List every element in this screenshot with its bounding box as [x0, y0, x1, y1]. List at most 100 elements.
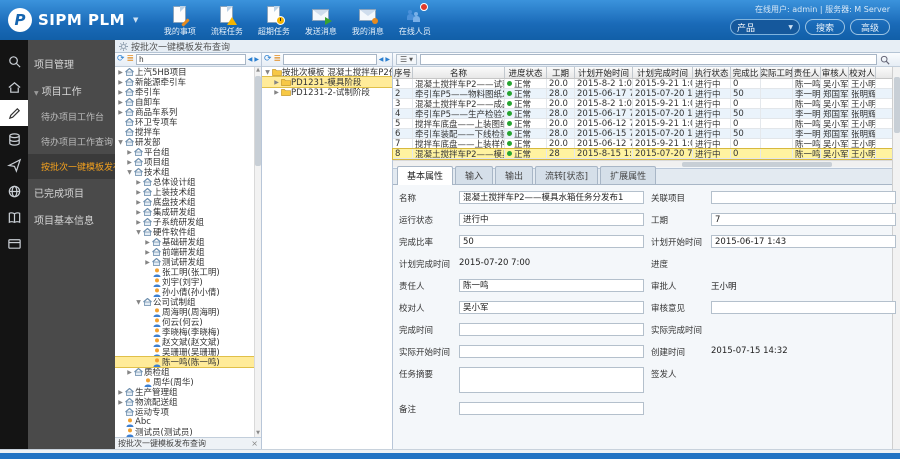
field-input[interactable] — [459, 367, 644, 393]
filter-icon[interactable]: ≣ — [127, 55, 135, 64]
column-header[interactable]: 工期 — [547, 67, 575, 78]
column-header[interactable]: 计划开始时间 — [575, 67, 633, 78]
expanded-arrow-icon[interactable]: ▼ — [117, 139, 124, 146]
collapsed-arrow-icon[interactable]: ▶ — [135, 189, 142, 196]
column-header[interactable]: 执行状态 — [693, 67, 731, 78]
org-tree-search-input[interactable] — [136, 54, 246, 65]
expanded-arrow-icon[interactable]: ▼ — [126, 169, 133, 176]
prev-arrow-icon[interactable]: ◀ — [379, 56, 384, 63]
field-input[interactable]: 进行中 — [459, 213, 644, 226]
collapsed-arrow-icon[interactable]: ▶ — [135, 199, 142, 206]
toolbar-button-mail-box[interactable]: 我的消息 — [344, 3, 391, 39]
sidebar-item-entry[interactable]: 已完成项目 — [28, 179, 115, 206]
next-arrow-icon[interactable]: ▶ — [385, 56, 390, 63]
collapsed-arrow-icon[interactable]: ▶ — [117, 69, 124, 76]
field-input[interactable] — [459, 345, 644, 358]
close-icon[interactable]: × — [251, 439, 258, 448]
table-row[interactable]: 6牵引车装配——下线检验发布正常28.02015-06-15 7:432015-… — [393, 129, 892, 139]
collapsed-arrow-icon[interactable]: ▶ — [117, 389, 124, 396]
collapsed-arrow-icon[interactable]: ▶ — [117, 79, 124, 86]
sidebar-item-entry[interactable]: 项目管理 — [28, 50, 115, 77]
collapsed-arrow-icon[interactable]: ▶ — [144, 259, 151, 266]
org-tree-item[interactable]: ▼研发部 — [115, 137, 254, 147]
rail-globe-button[interactable] — [0, 178, 28, 204]
plan-tree-search-input[interactable] — [283, 54, 377, 65]
column-header[interactable]: 序号 — [393, 67, 413, 78]
collapsed-arrow-icon[interactable]: ▶ — [273, 89, 280, 96]
column-header[interactable]: 计划完成时间 — [633, 67, 693, 78]
refresh-icon[interactable]: ⟳ — [117, 55, 125, 64]
column-header[interactable]: 校对人 — [849, 67, 876, 78]
field-input[interactable]: 50 — [459, 235, 644, 248]
search-scope-dropdown[interactable]: 产品 ▼ — [730, 19, 800, 35]
column-header[interactable]: 名称 — [413, 67, 505, 78]
field-input[interactable] — [459, 323, 644, 336]
field-input[interactable] — [711, 301, 896, 314]
rail-card-button[interactable] — [0, 230, 28, 256]
sidebar-item-entry[interactable]: 待办项目工作台 — [28, 104, 115, 129]
org-tree-item-selected[interactable]: 陈一鸣(陈一鸣) — [115, 357, 254, 367]
collapsed-arrow-icon[interactable]: ▶ — [126, 369, 133, 376]
bottom-tab[interactable]: 按批次一键模板发布查询 × — [115, 437, 261, 449]
rail-home-button[interactable] — [0, 74, 28, 100]
tab-active[interactable]: 基本属性 — [397, 166, 453, 185]
main-tab-label[interactable]: 按批次一键模板发布查询 — [131, 40, 230, 53]
collapsed-arrow-icon[interactable]: ▶ — [135, 219, 142, 226]
search-icon[interactable] — [880, 55, 890, 65]
collapsed-arrow-icon[interactable]: ▶ — [135, 179, 142, 186]
column-header[interactable]: 责任人 — [793, 67, 821, 78]
rail-book-button[interactable] — [0, 204, 28, 230]
sidebar-item-active[interactable]: 按批次一键模板发布查询 — [28, 154, 115, 179]
toolbar-button-doc-warn[interactable]: 流程任务 — [203, 3, 250, 39]
collapsed-arrow-icon[interactable]: ▶ — [273, 79, 280, 86]
column-header[interactable]: 进度状态 — [505, 67, 547, 78]
toolbar-button-doc-clock[interactable]: 超期任务 — [250, 3, 297, 39]
column-header[interactable]: 审核人 — [821, 67, 849, 78]
expanded-arrow-icon[interactable]: ▼ — [264, 69, 271, 76]
collapsed-arrow-icon[interactable]: ▶ — [144, 239, 151, 246]
search-button[interactable]: 搜索 — [805, 19, 845, 35]
table-row[interactable]: 3混凝土搅拌车P2——成品检验发布正常20.02015-8-2 1:0..201… — [393, 99, 892, 109]
column-header[interactable]: 完成比 — [731, 67, 761, 78]
sidebar-item-entry[interactable]: ▼项目工作 — [28, 77, 115, 104]
advanced-search-button[interactable]: 高级 — [850, 19, 890, 35]
collapsed-arrow-icon[interactable]: ▶ — [117, 399, 124, 406]
field-input[interactable] — [711, 191, 896, 204]
table-row[interactable]: 7搅拌车底盘——上装样件试制正常20.02015-06-12 7:432015-… — [393, 139, 892, 149]
table-row-selected[interactable]: 8混凝土搅拌车P2——模具水箱分发布正常282015-8-15 1:432015… — [393, 149, 892, 159]
collapsed-arrow-icon[interactable]: ▶ — [126, 149, 133, 156]
collapsed-arrow-icon[interactable]: ▶ — [117, 99, 124, 106]
field-input[interactable]: 7 — [711, 213, 896, 226]
tab-inactive[interactable]: 输入 — [455, 166, 493, 184]
collapsed-arrow-icon[interactable]: ▶ — [117, 89, 124, 96]
org-tree-item[interactable]: ▶平台组 — [115, 147, 254, 157]
toolbar-button-people[interactable]: 在线人员 — [391, 3, 438, 39]
column-header[interactable]: 实际工时 — [761, 67, 793, 78]
org-tree-item[interactable]: ▶项目组 — [115, 157, 254, 167]
field-input[interactable]: 吴小军 — [459, 301, 644, 314]
toolbar-button-mail-send[interactable]: 发送消息 — [297, 3, 344, 39]
next-arrow-icon[interactable]: ▶ — [254, 56, 259, 63]
field-input[interactable]: 2015-06-17 1:43 — [711, 235, 896, 248]
field-input[interactable]: 陈一鸣 — [459, 279, 644, 292]
toolbar-button-doc-edit[interactable]: 我的事项 — [156, 3, 203, 39]
org-tree-item[interactable]: 测试员(测试员) — [115, 427, 254, 437]
prev-arrow-icon[interactable]: ◀ — [248, 56, 253, 63]
org-tree-scrollbar[interactable]: ▲ ▼ — [254, 67, 261, 437]
collapsed-arrow-icon[interactable]: ▶ — [144, 249, 151, 256]
chevron-down-icon[interactable]: ▼ — [133, 16, 138, 24]
table-row[interactable]: 4牵引车P5——生产检验发布正常28.02015-06-17 7:232015-… — [393, 109, 892, 119]
filter-icon[interactable]: ≣ — [274, 55, 282, 64]
refresh-icon[interactable]: ⟳ — [264, 55, 272, 64]
table-row[interactable]: 5搅拌车底盘——上装图纸发布正常20.02015-06-12 7:432015-… — [393, 119, 892, 129]
rail-search-button[interactable] — [0, 48, 28, 74]
expanded-arrow-icon[interactable]: ▼ — [135, 299, 142, 306]
rail-edit-button[interactable] — [0, 100, 28, 126]
rail-database-button[interactable] — [0, 126, 28, 152]
field-input[interactable]: 混凝土搅拌车P2——模具水箱任务分发布1 — [459, 191, 644, 204]
plan-tree-item[interactable]: ▶PD1231-2-试制阶段 — [262, 87, 392, 97]
table-row[interactable]: 1混凝土搅拌车P2——试验报告发布正常20.02015-8-2 1:0..201… — [393, 79, 892, 89]
task-search-input[interactable] — [420, 54, 877, 65]
field-input[interactable] — [459, 402, 644, 415]
app-logo[interactable]: P SIPM PLM ▼ — [0, 8, 148, 32]
